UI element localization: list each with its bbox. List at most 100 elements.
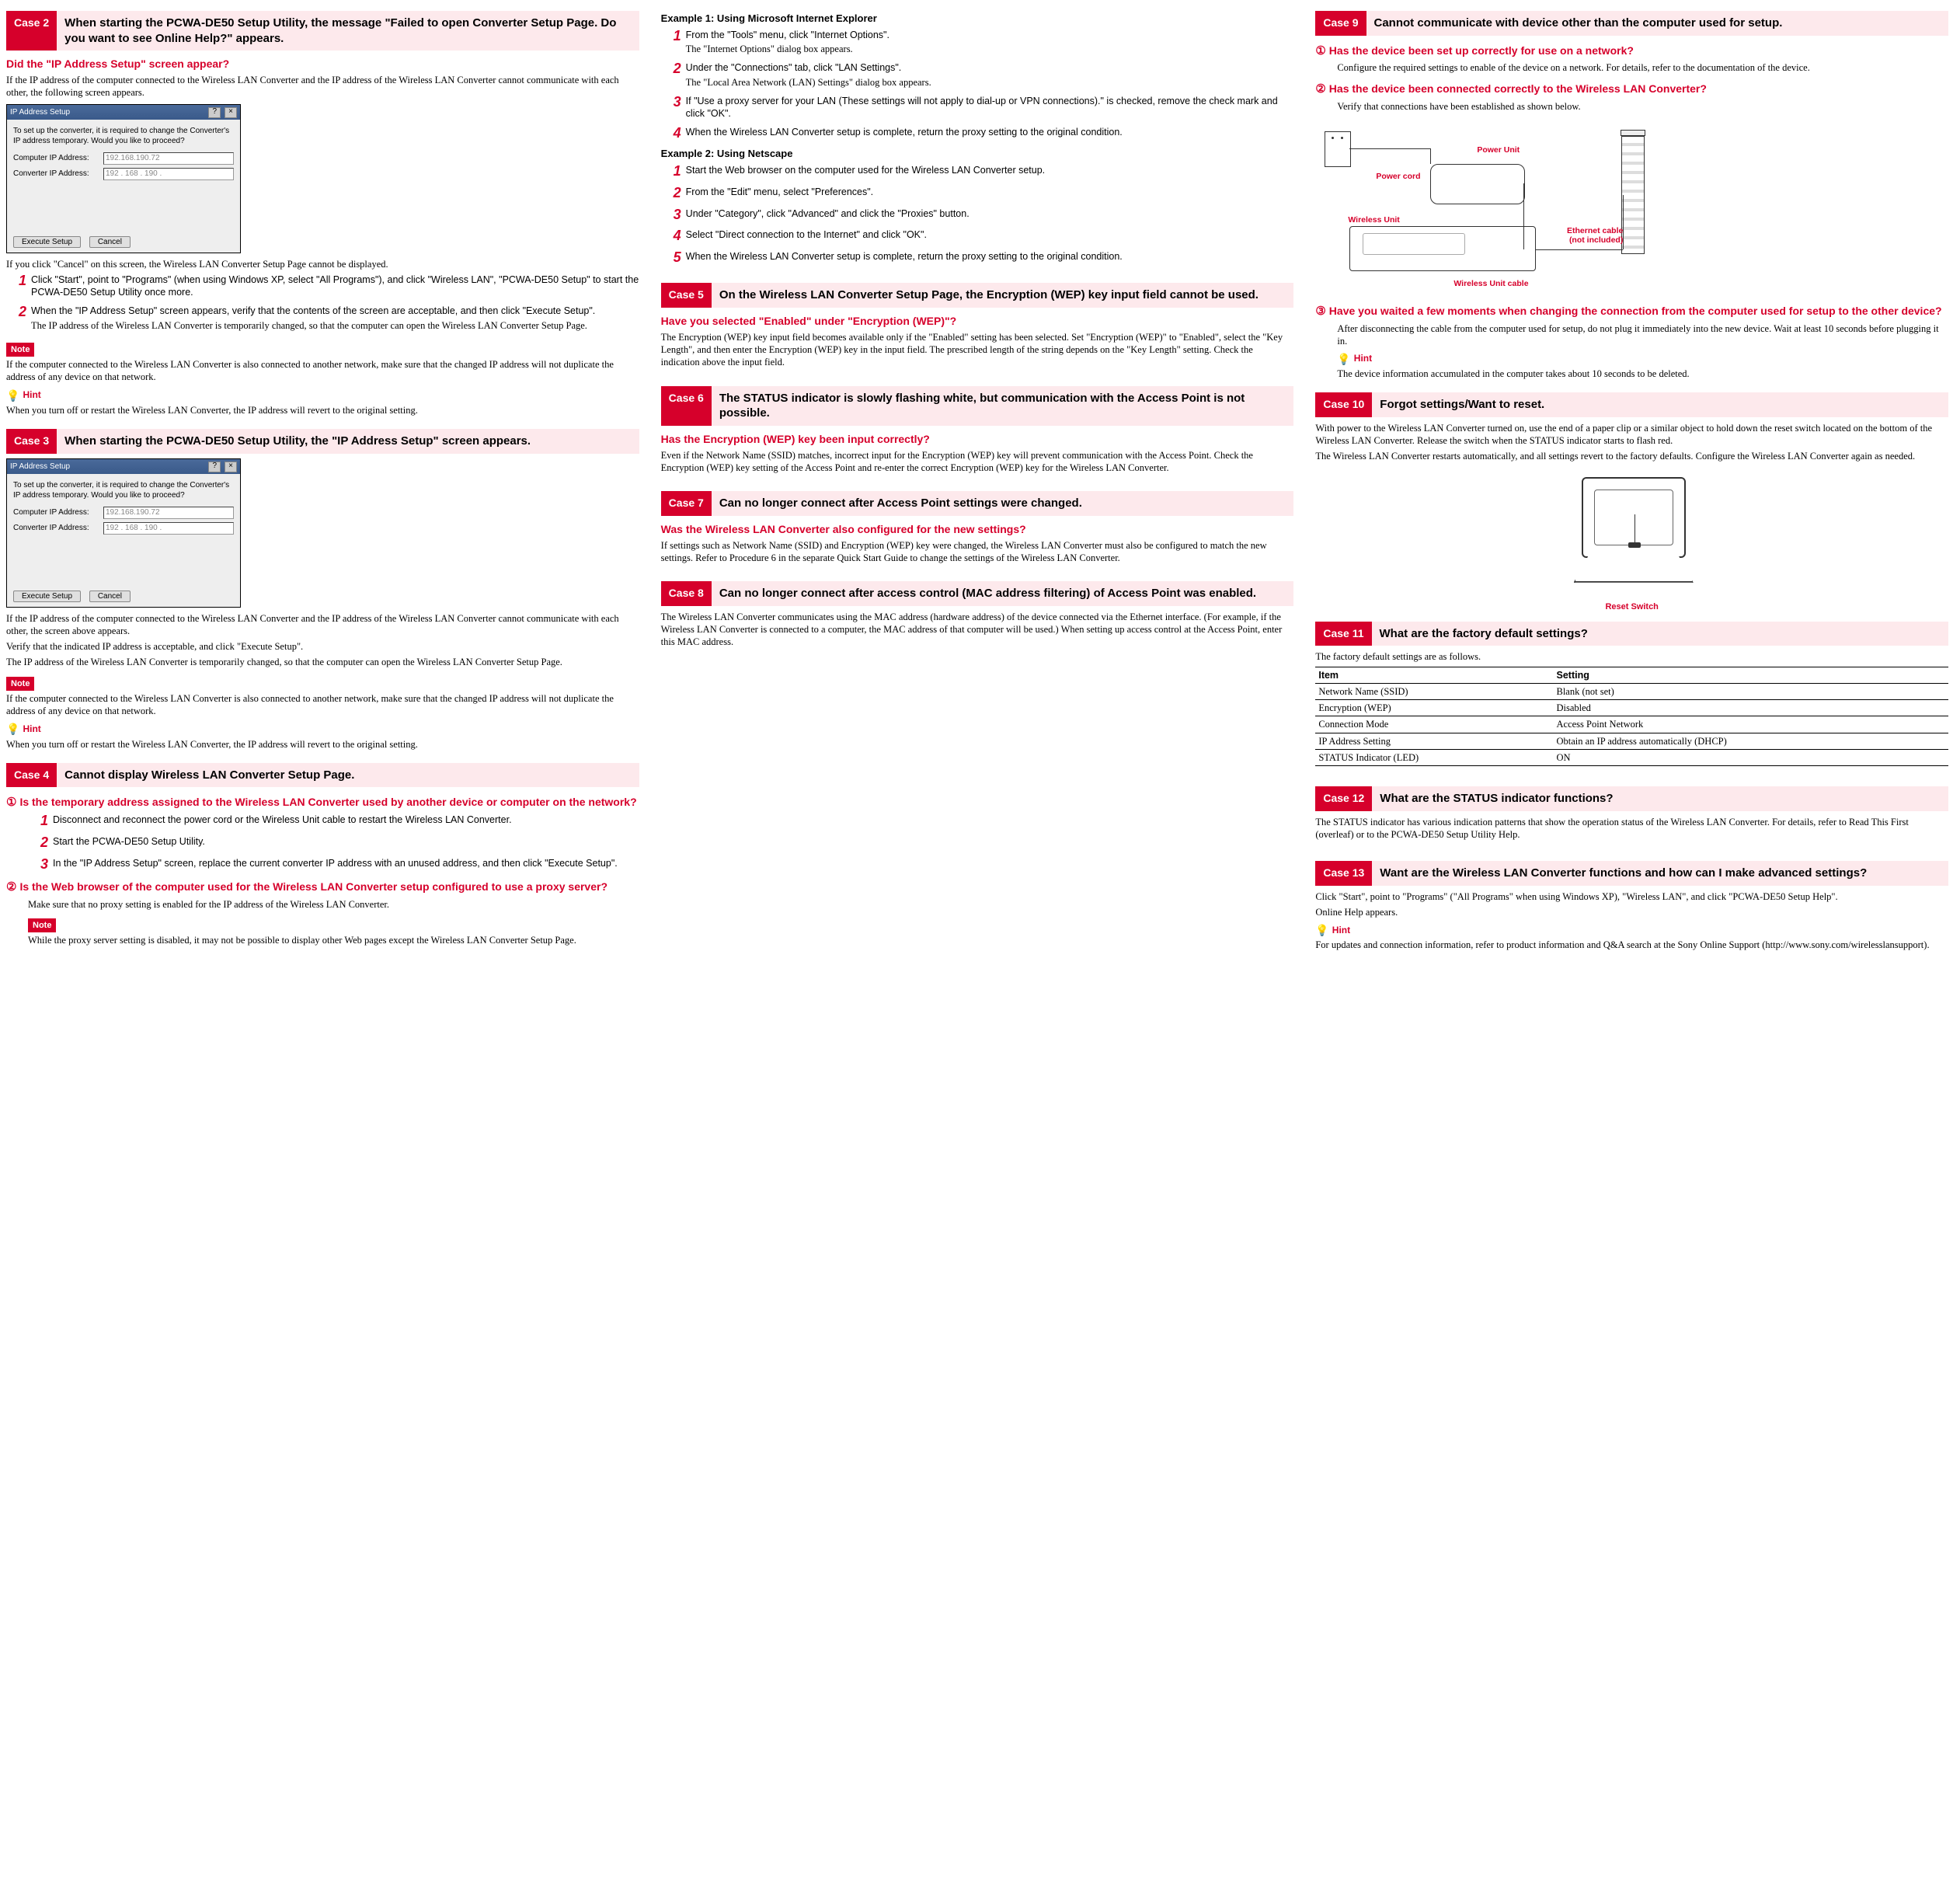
dialog-exec-button: Execute Setup [13,236,81,248]
ex1-s2b: The "Local Area Network (LAN) Settings" … [686,76,931,89]
dialog2-help-icon: ? [208,462,221,472]
cell-item: STATUS Indicator (LED) [1315,749,1553,765]
dialog-intro: To set up the converter, it is required … [13,126,234,146]
reset-switch-label: Reset Switch [1315,601,1948,612]
dialog-close-icon: × [225,107,237,118]
case-3-p1: If the IP address of the computer connec… [6,612,639,638]
step-number-icon: 3 [28,857,53,873]
ex1-s1b: The "Internet Options" dialog box appear… [686,43,889,55]
hint-label-text: Hint [1332,925,1350,937]
table-row: Encryption (WEP) Disabled [1315,700,1948,716]
cell-setting: Blank (not set) [1554,683,1949,699]
case-13-p2: Online Help appears. [1315,906,1948,918]
ip-setup-dialog-2: IP Address Setup ? × To set up the conve… [6,458,241,608]
wire [1349,148,1430,149]
case-6-p: Even if the Network Name (SSID) matches,… [661,449,1294,475]
case-2-note: If the computer connected to the Wireles… [6,358,639,384]
case-10-header: Case 10 Forgot settings/Want to reset. [1315,392,1948,417]
case-4-p1: Make sure that no proxy setting is enabl… [28,898,639,911]
case-5-q: Have you selected "Enabled" under "Encry… [661,314,1294,328]
label-wireless-unit: Wireless Unit [1348,215,1399,226]
step-number-icon: 1 [661,164,686,179]
dialog2-close-icon: × [225,462,237,472]
power-unit-icon [1430,164,1525,204]
case-2-para-1: If the IP address of the computer connec… [6,74,639,99]
case-9-p2: Verify that connections have been establ… [1337,100,1948,113]
cell-item: IP Address Setting [1315,733,1553,749]
step-number-icon: 5 [661,250,686,266]
case-9-q1-text: Has the device been set up correctly for… [1329,44,1948,59]
hint-label: 💡 Hint [6,388,639,402]
case-9-hint: The device information accumulated in th… [1337,368,1948,380]
circle-1-icon: ① [6,795,16,810]
hint-bulb-icon: 💡 [1315,923,1328,937]
case-7-p: If settings such as Network Name (SSID) … [661,539,1294,565]
case-10-title: Forgot settings/Want to reset. [1372,392,1948,417]
case-13-hint: For updates and connection information, … [1315,939,1948,951]
case-3-p3: The IP address of the Wireless LAN Conve… [6,656,639,668]
wire [1523,183,1524,249]
cell-item: Connection Mode [1315,716,1553,733]
case-3-p2: Verify that the indicated IP address is … [6,640,639,653]
ip-setup-dialog: IP Address Setup ? × To set up the conve… [6,104,241,253]
case-5-p: The Encryption (WEP) key input field bec… [661,331,1294,369]
label-ethernet-2: (not included) [1569,235,1623,246]
case-2-step-2a: When the "IP Address Setup" screen appea… [31,305,595,316]
table-row: Connection Mode Access Point Network [1315,716,1948,733]
dialog-row2-value: 192 . 168 . 190 . [103,168,234,180]
hub-device-icon [1621,136,1645,254]
case-4-q2-text: Is the Web browser of the computer used … [19,880,639,895]
wire [1430,148,1431,164]
case-4-q2: ② Is the Web browser of the computer use… [6,880,639,895]
ex1-s2a: Under the "Connections" tab, click "LAN … [686,62,902,73]
ex1-s1a: From the "Tools" menu, click "Internet O… [686,30,889,40]
case-2-hint: When you turn off or restart the Wireles… [6,404,639,416]
dialog-cancel-button: Cancel [89,236,131,248]
example-1-header: Example 1: Using Microsoft Internet Expl… [661,12,1294,26]
label-power-cord: Power cord [1376,172,1420,183]
case-7-title: Can no longer connect after Access Point… [712,491,1294,516]
dialog2-row1-value: 192.168.190.72 [103,507,234,519]
case-8-p: The Wireless LAN Converter communicates … [661,611,1294,649]
case-4-title: Cannot display Wireless LAN Converter Se… [57,763,639,788]
reset-device-diagram [1551,468,1714,600]
hint-bulb-icon: 💡 [6,722,19,736]
dialog2-intro: To set up the converter, it is required … [13,480,234,500]
case-13-header: Case 13 Want are the Wireless LAN Conver… [1315,861,1948,886]
wall-outlet-icon [1325,131,1351,167]
case-13-p1: Click "Start", point to "Programs" ("All… [1315,890,1948,903]
settings-th-item: Item [1315,667,1553,683]
label-power-unit: Power Unit [1477,145,1520,156]
hint-label: 💡 Hint [1337,352,1948,366]
case-12-title: What are the STATUS indicator functions? [1372,786,1948,811]
wiring-diagram: Power Unit Power cord Wireless Unit Wire… [1321,117,1648,296]
label-wireless-cable: Wireless Unit cable [1453,279,1528,290]
step-number-icon: 2 [6,305,31,332]
case-6-header: Case 6 The STATUS indicator is slowly fl… [661,386,1294,426]
step-number-icon: 2 [661,61,686,89]
case-2-step-2b: The IP address of the Wireless LAN Conve… [31,319,595,332]
case-6-tag: Case 6 [661,386,712,426]
note-label: Note [6,343,34,357]
ex1-s3: If "Use a proxy server for your LAN (The… [686,95,1294,120]
step-number-icon: 1 [6,274,31,299]
case-8-title: Can no longer connect after access contr… [712,581,1294,606]
case-13-tag: Case 13 [1315,861,1372,886]
case-2-step-1: Click "Start", point to "Programs" (when… [31,274,639,299]
case-7-header: Case 7 Can no longer connect after Acces… [661,491,1294,516]
case-9-q3: ③ Have you waited a few moments when cha… [1315,304,1948,319]
case-7-tag: Case 7 [661,491,712,516]
case-12-p: The STATUS indicator has various indicat… [1315,816,1948,841]
case-11-intro: The factory default settings are as foll… [1315,650,1948,663]
case-10-p1: With power to the Wireless LAN Converter… [1315,422,1948,448]
case-9-q3-text: Have you waited a few moments when chang… [1329,304,1948,319]
ex2-s5: When the Wireless LAN Converter setup is… [686,250,1123,266]
case-9-p3: After disconnecting the cable from the c… [1337,322,1948,348]
case-2-title: When starting the PCWA-DE50 Setup Utilit… [57,11,639,51]
circle-2-icon: ② [6,880,16,895]
case-2-tag: Case 2 [6,11,57,51]
dialog-row1-label: Computer IP Address: [13,153,99,163]
settings-th-setting: Setting [1554,667,1949,683]
ex2-s3: Under "Category", click "Advanced" and c… [686,207,970,223]
hint-label: 💡 Hint [1315,923,1948,937]
